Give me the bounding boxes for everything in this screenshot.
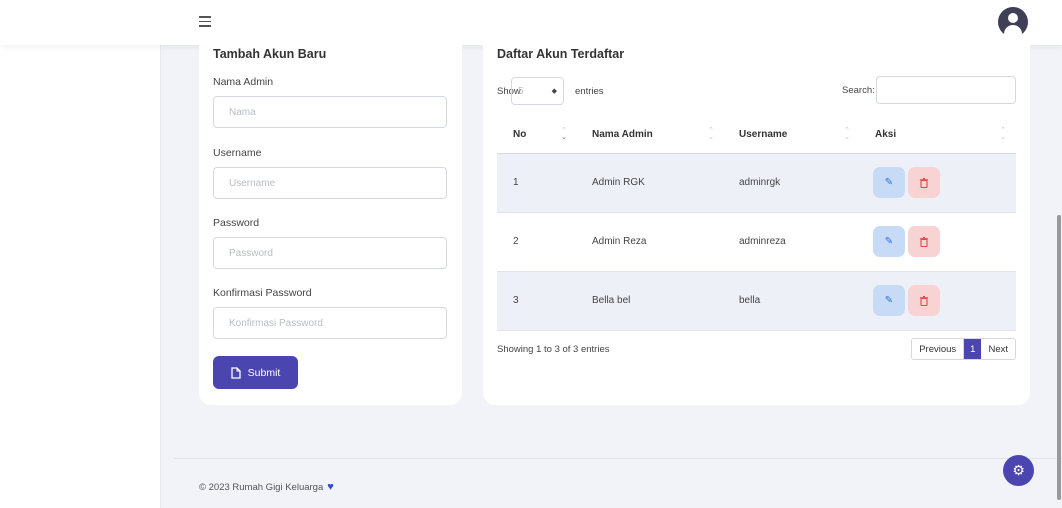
select-arrows-icon: ◆ — [551, 88, 557, 95]
page-size-select[interactable]: 5 ◆ — [511, 77, 564, 105]
pencil-icon: ✎ — [884, 177, 894, 188]
sort-icon: ⌃ ⌄ — [1000, 127, 1006, 141]
pencil-icon: ✎ — [884, 236, 894, 247]
settings-button[interactable]: ⚙ — [1003, 455, 1034, 486]
cell-actions: ✎ — [860, 271, 1016, 331]
username-label: Username — [213, 147, 262, 159]
name-label: Nama Admin — [213, 76, 274, 88]
edit-button[interactable]: ✎ — [873, 167, 905, 198]
edit-button[interactable]: ✎ — [873, 226, 905, 257]
gear-icon: ⚙ — [1012, 462, 1025, 478]
delete-button[interactable] — [908, 167, 940, 198]
search-input[interactable] — [876, 76, 1016, 104]
user-avatar-icon[interactable] — [998, 7, 1028, 37]
next-page-button[interactable]: Next — [981, 339, 1015, 359]
delete-button[interactable] — [908, 285, 940, 316]
submit-label: Submit — [247, 366, 281, 379]
cell-no: 3 — [497, 271, 577, 331]
sort-icon: ⌃ ⌄ — [844, 127, 850, 141]
pagination: Previous 1 Next — [911, 338, 1016, 360]
trash-icon — [920, 236, 928, 247]
confirm-password-label: Konfirmasi Password — [213, 287, 312, 299]
table-row: 2 Admin Reza adminreza ✎ — [497, 212, 1016, 272]
cell-no: 1 — [497, 153, 577, 213]
pencil-icon: ✎ — [884, 295, 894, 306]
cell-username: adminreza — [724, 212, 860, 272]
scrollbar[interactable] — [1056, 0, 1062, 508]
form-title: Tambah Akun Baru — [213, 47, 327, 61]
add-account-card: Tambah Akun Baru Nama Admin Username Pas… — [199, 34, 462, 405]
document-icon — [231, 366, 241, 379]
cell-name: Admin RGK — [577, 153, 724, 213]
column-header-username[interactable]: Username ⌃ ⌄ — [724, 116, 860, 154]
search-label: Search: — [842, 85, 875, 96]
table-info: Showing 1 to 3 of 3 entries — [497, 344, 610, 355]
trash-icon — [920, 177, 928, 188]
entries-label: entries — [575, 86, 604, 97]
column-header-no[interactable]: No ⌃ ⌄ — [497, 116, 577, 154]
password-label: Password — [213, 217, 260, 229]
column-header-actions[interactable]: Aksi ⌃ ⌄ — [860, 116, 1016, 154]
cell-name: Bella bel — [577, 271, 724, 331]
confirm-password-input[interactable] — [213, 307, 447, 339]
accounts-table: No ⌃ ⌄ Nama Admin ⌃ ⌄ Username ⌃ ⌄ Aksi ⌃ ⌄ — [497, 116, 1016, 331]
cell-actions: ✎ — [860, 212, 1016, 272]
cell-name: Admin Reza — [577, 212, 724, 272]
name-input[interactable] — [213, 96, 447, 128]
heart-icon: ♥ — [327, 481, 334, 493]
page-1-button[interactable]: 1 — [964, 339, 982, 359]
column-header-name[interactable]: Nama Admin ⌃ ⌄ — [577, 116, 724, 154]
previous-page-button[interactable]: Previous — [912, 339, 965, 359]
delete-button[interactable] — [908, 226, 940, 257]
edit-button[interactable]: ✎ — [873, 285, 905, 316]
username-input[interactable] — [213, 167, 447, 199]
hamburger-icon[interactable] — [199, 16, 211, 27]
page-size-value: 5 — [518, 85, 524, 97]
submit-button[interactable]: Submit — [213, 356, 298, 389]
list-title: Daftar Akun Terdaftar — [497, 47, 625, 61]
sort-icon: ⌃ ⌄ — [708, 127, 714, 141]
cell-actions: ✎ — [860, 153, 1016, 213]
sort-icon: ⌃ ⌄ — [561, 127, 567, 141]
copyright-text: © 2023 Rumah Gigi Keluarga — [199, 481, 324, 493]
password-input[interactable] — [213, 237, 447, 269]
cell-no: 2 — [497, 212, 577, 272]
footer-divider — [174, 458, 1062, 459]
scrollbar-thumb[interactable] — [1057, 215, 1061, 500]
account-list-card: Daftar Akun Terdaftar Show 5 ◆ entries S… — [483, 34, 1030, 405]
cell-username: bella — [724, 271, 860, 331]
trash-icon — [920, 295, 928, 306]
footer: © 2023 Rumah Gigi Keluarga ♥ — [199, 481, 334, 493]
table-row: 1 Admin RGK adminrgk ✎ — [497, 153, 1016, 213]
sidebar — [0, 0, 161, 508]
table-row: 3 Bella bel bella ✎ — [497, 271, 1016, 331]
cell-username: adminrgk — [724, 153, 860, 213]
